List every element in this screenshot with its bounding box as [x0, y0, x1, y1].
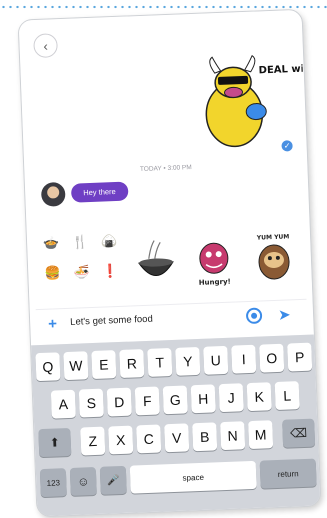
add-attachment-icon[interactable]: +	[48, 315, 57, 332]
emoji-exclamation[interactable]: ❗	[102, 263, 119, 279]
key-w[interactable]: W	[63, 351, 89, 381]
yum-sloth-sticker[interactable]: YUM YUM	[249, 229, 299, 287]
back-button[interactable]: ‹	[33, 33, 59, 59]
space-key[interactable]: space	[129, 460, 257, 494]
key-j[interactable]: J	[218, 383, 244, 413]
incoming-message-bubble[interactable]: Hey there	[70, 181, 129, 203]
phone-screen: ‹ DEAL with IT ✓ TODAY • 3:00 PM Hey the…	[17, 8, 322, 518]
emoji-stew[interactable]: 🍲	[43, 235, 60, 251]
return-key[interactable]: return	[259, 458, 317, 489]
key-d[interactable]: D	[106, 387, 132, 417]
keyboard: Q W E R T Y U I O P A S D F G H J K L ⬆ …	[31, 334, 321, 517]
key-c[interactable]: C	[136, 424, 162, 454]
key-i[interactable]: I	[231, 344, 257, 374]
message-input[interactable]: Let's get some food	[70, 311, 230, 328]
emoji-rice[interactable]: 🍙	[101, 233, 118, 249]
key-m[interactable]: M	[248, 420, 274, 450]
deal-with-it-sticker[interactable]: DEAL with IT	[192, 50, 306, 154]
key-v[interactable]: V	[164, 423, 190, 453]
key-r[interactable]: R	[119, 349, 145, 378]
key-z[interactable]: Z	[80, 426, 106, 456]
key-a[interactable]: A	[50, 389, 76, 419]
send-icon[interactable]: ➤	[278, 305, 291, 323]
key-u[interactable]: U	[203, 345, 229, 375]
key-f[interactable]: F	[134, 386, 160, 416]
key-t[interactable]: T	[147, 347, 173, 377]
numbers-key[interactable]: 123	[39, 468, 67, 498]
yum-text: YUM YUM	[256, 233, 290, 241]
key-h[interactable]: H	[190, 384, 216, 414]
message-timestamp: TODAY • 3:00 PM	[139, 164, 192, 174]
key-o[interactable]: O	[259, 343, 285, 373]
key-l[interactable]: L	[274, 381, 300, 411]
shift-key-icon[interactable]: ⬆	[38, 427, 72, 458]
sticker-picker: 🍲 🍴 🍙 🍔 🍜 ❗ Hungry! YUM YUM	[27, 223, 312, 302]
chat-area[interactable]: ‹ DEAL with IT ✓ TODAY • 3:00 PM Hey the…	[18, 9, 314, 346]
key-b[interactable]: B	[192, 422, 218, 452]
emoji-noodles[interactable]: 🍜	[73, 264, 90, 280]
deal-with-it-text: DEAL with IT	[258, 63, 305, 77]
back-arrow-icon: ‹	[43, 38, 49, 54]
backspace-key-icon[interactable]: ⌫	[282, 418, 316, 448]
key-x[interactable]: X	[108, 425, 134, 455]
dotted-border	[0, 5, 327, 9]
key-q[interactable]: Q	[35, 352, 61, 382]
emoji-utensils[interactable]: 🍴	[72, 234, 89, 250]
emoji-burger[interactable]: 🍔	[44, 265, 61, 281]
key-g[interactable]: G	[162, 385, 188, 415]
key-y[interactable]: Y	[175, 346, 201, 376]
key-e[interactable]: E	[91, 350, 117, 380]
key-k[interactable]: K	[246, 382, 272, 412]
microphone-key-icon[interactable]: 🎤	[99, 465, 127, 495]
hungry-text: Hungry!	[199, 278, 231, 287]
hungry-monster-sticker[interactable]: Hungry!	[189, 231, 239, 289]
key-p[interactable]: P	[287, 342, 313, 372]
contact-avatar[interactable]	[40, 181, 66, 207]
emoji-key-icon[interactable]: ☺	[69, 466, 97, 496]
sticker-button-icon[interactable]	[245, 307, 263, 325]
key-s[interactable]: S	[78, 388, 104, 418]
ramen-sticker[interactable]	[132, 238, 180, 290]
key-n[interactable]: N	[220, 421, 246, 451]
